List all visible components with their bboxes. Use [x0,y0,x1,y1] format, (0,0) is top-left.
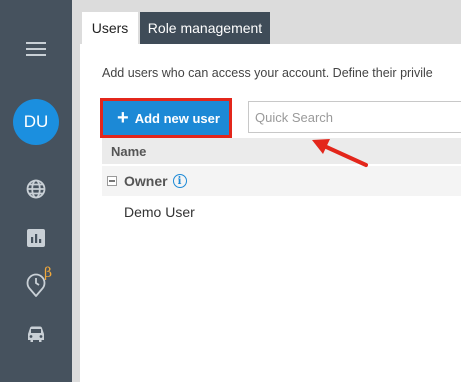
table-row[interactable]: Demo User [102,198,461,226]
sidebar: DU β [0,0,72,382]
collapse-icon[interactable] [107,176,117,186]
add-new-user-label: Add new user [134,110,220,126]
group-row-owner: Owner i [102,166,461,196]
avatar[interactable]: DU [13,99,59,145]
beta-badge: β [44,265,53,281]
avatar-container[interactable]: DU [0,99,72,145]
tab-users[interactable]: Users [82,12,138,44]
annotation-arrow [312,139,368,167]
add-new-user-button[interactable]: + Add new user [100,98,232,138]
menu-icon[interactable] [0,38,72,60]
tab-bar: Users Role management [80,0,461,44]
group-label: Owner [124,173,168,189]
main-panel: Users Role management Add users who can … [80,0,461,382]
car-icon[interactable] [0,324,72,344]
column-header-name[interactable]: Name [102,138,461,164]
tab-role-management[interactable]: Role management [140,12,270,44]
column-header-label: Name [111,143,147,159]
chart-icon[interactable] [0,227,72,249]
panel-gutter [72,0,80,382]
user-name: Demo User [124,204,195,220]
quick-search-input[interactable] [248,101,461,133]
globe-icon[interactable] [0,178,72,200]
plus-icon: + [117,107,129,129]
page-description: Add users who can access your account. D… [102,66,433,80]
info-icon[interactable]: i [172,174,187,188]
clock-location-icon[interactable] [0,273,72,297]
